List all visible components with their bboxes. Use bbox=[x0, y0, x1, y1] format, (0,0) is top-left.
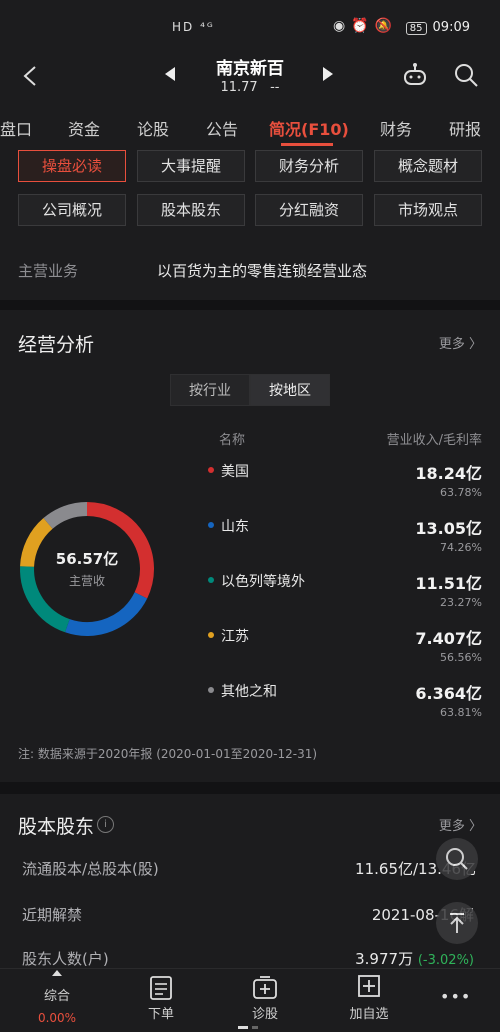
eye-icon: ◉ bbox=[333, 18, 352, 34]
analysis-more-link[interactable]: 更多 〉 bbox=[439, 333, 482, 352]
region-label: 山东 bbox=[221, 519, 249, 535]
legend-dot bbox=[208, 577, 214, 583]
bottom-change: 0.00% bbox=[37, 1011, 77, 1025]
shareholders-more-link[interactable]: 更多 〉 bbox=[439, 815, 482, 834]
bottom-diagnose-label: 诊股 bbox=[251, 1007, 278, 1022]
region-name: 山东 bbox=[208, 516, 249, 536]
page-dot-active bbox=[238, 1026, 248, 1029]
diagnose-icon bbox=[253, 976, 277, 999]
more-menu-icon[interactable]: ••• bbox=[440, 987, 471, 1006]
chip-dividends[interactable]: 分红融资 bbox=[255, 194, 363, 226]
tab-finance[interactable]: 财务 bbox=[380, 116, 412, 140]
analysis-title: 经营分析 bbox=[18, 334, 95, 356]
float-shares-label: 流通股本/总股本(股) bbox=[22, 860, 159, 878]
segment-by-industry[interactable]: 按行业 bbox=[170, 374, 250, 406]
legend-dot bbox=[208, 632, 214, 638]
info-icon[interactable]: i bbox=[97, 816, 114, 833]
active-tab-indicator bbox=[281, 143, 333, 146]
bottom-order-label: 下单 bbox=[147, 1007, 174, 1022]
chip-company-profile[interactable]: 公司概况 bbox=[18, 194, 126, 226]
search-icon bbox=[446, 848, 468, 870]
holder-count-value: 3.977万 bbox=[355, 950, 414, 968]
caret-up-icon bbox=[52, 970, 62, 976]
robot-icon[interactable] bbox=[402, 62, 428, 88]
region-margin: 63.78% bbox=[440, 486, 482, 499]
bottom-add-watchlist-label: 加自选 bbox=[349, 1007, 389, 1022]
region-name: 江苏 bbox=[208, 626, 249, 646]
floating-search-button[interactable] bbox=[436, 838, 478, 880]
region-label: 美国 bbox=[221, 464, 249, 480]
tab-discussion[interactable]: 论股 bbox=[137, 116, 169, 140]
clock: 09:09 bbox=[432, 20, 470, 35]
chip-major-events[interactable]: 大事提醒 bbox=[137, 150, 245, 182]
region-name: 以色列等境外 bbox=[208, 571, 305, 591]
bottom-summary-label: 综合 bbox=[43, 989, 70, 1004]
region-margin: 56.56% bbox=[440, 651, 482, 664]
network-indicator: HD ⁴ᴳ bbox=[172, 20, 215, 34]
column-name-header: 名称 bbox=[219, 433, 246, 448]
shareholders-title: 股本股东 bbox=[18, 816, 95, 838]
tab-announcements[interactable]: 公告 bbox=[206, 116, 238, 140]
bottom-toolbar: 综合 0.00% 下单 诊股 加自选 ••• bbox=[0, 968, 500, 1032]
holder-count-change: (-3.02%) bbox=[417, 953, 474, 968]
region-revenue: 7.407亿 bbox=[415, 629, 482, 648]
plus-square-icon bbox=[358, 975, 380, 997]
nav-bar: 南京新百 11.77 -- bbox=[0, 52, 500, 104]
holder-count-value-wrap: 3.977万 (-3.02%) bbox=[355, 948, 474, 969]
region-revenue: 6.364亿 bbox=[415, 684, 482, 703]
region-revenue: 13.05亿 bbox=[415, 519, 482, 538]
status-icons: ◉⏰🔕 bbox=[333, 18, 398, 34]
revenue-donut-chart bbox=[20, 502, 154, 636]
status-bar: HD ⁴ᴳ ◉⏰🔕 85 09:09 bbox=[0, 0, 500, 52]
region-label: 江苏 bbox=[221, 629, 249, 645]
status-right: 85 09:09 bbox=[405, 20, 470, 35]
tab-bar: 盘口 资金 论股 公告 简况(F10) 财务 研报 bbox=[0, 104, 500, 148]
order-icon bbox=[150, 976, 172, 1000]
donut-total-label: 主营收 bbox=[68, 574, 105, 588]
region-revenue: 11.51亿 bbox=[415, 574, 482, 593]
stock-price: 11.77 bbox=[220, 80, 258, 95]
chip-financial-analysis[interactable]: 财务分析 bbox=[255, 150, 363, 182]
alarm-icon: ⏰ bbox=[351, 18, 375, 34]
tab-funds[interactable]: 资金 bbox=[68, 116, 100, 140]
region-label: 其他之和 bbox=[221, 684, 277, 700]
region-revenue: 18.24亿 bbox=[415, 464, 482, 483]
holder-count-label: 股东人数(户) bbox=[22, 950, 109, 968]
region-label: 以色列等境外 bbox=[221, 574, 305, 590]
main-business-label: 主营业务 bbox=[18, 262, 79, 280]
segment-by-region[interactable]: 按地区 bbox=[250, 374, 330, 406]
donut-total-value: 56.57亿 bbox=[55, 550, 119, 568]
region-margin: 23.27% bbox=[440, 596, 482, 609]
region-name: 美国 bbox=[208, 461, 249, 481]
column-value-header: 营业收入/毛利率 bbox=[386, 433, 482, 448]
donut-slice-5 bbox=[43, 502, 88, 529]
region-name: 其他之和 bbox=[208, 681, 277, 701]
legend-dot bbox=[208, 467, 214, 473]
data-source-note: 注: 数据来源于2020年报 (2020-01-01至2020-12-31) bbox=[18, 747, 318, 761]
region-margin: 74.26% bbox=[440, 541, 482, 554]
chip-shareholders[interactable]: 股本股东 bbox=[137, 194, 245, 226]
next-stock-icon[interactable] bbox=[321, 66, 335, 82]
tab-research[interactable]: 研报 bbox=[449, 116, 481, 140]
tab-f10[interactable]: 简况(F10) bbox=[269, 116, 349, 140]
unlock-label: 近期解禁 bbox=[22, 906, 83, 924]
arrow-up-icon bbox=[450, 913, 464, 933]
main-business-value: 以百货为主的零售连锁经营业态 bbox=[157, 262, 368, 280]
legend-dot bbox=[208, 687, 214, 693]
back-to-top-button[interactable] bbox=[436, 902, 478, 944]
stock-change: -- bbox=[270, 80, 280, 95]
donut-slice-2 bbox=[65, 592, 148, 636]
region-margin: 63.81% bbox=[440, 706, 482, 719]
f10-menu-card: 操盘必读 大事提醒 财务分析 概念题材 公司概况 股本股东 分红融资 市场观点 … bbox=[0, 148, 500, 300]
chip-trading-essentials[interactable]: 操盘必读 bbox=[18, 150, 126, 182]
chip-market-views[interactable]: 市场观点 bbox=[374, 194, 482, 226]
legend-dot bbox=[208, 522, 214, 528]
tab-pankou[interactable]: 盘口 bbox=[0, 116, 32, 140]
chip-concepts[interactable]: 概念题材 bbox=[374, 150, 482, 182]
search-icon[interactable] bbox=[453, 62, 479, 88]
battery-icon: 85 bbox=[405, 22, 427, 35]
mute-icon: 🔕 bbox=[374, 18, 399, 34]
page-dot bbox=[252, 1026, 258, 1029]
